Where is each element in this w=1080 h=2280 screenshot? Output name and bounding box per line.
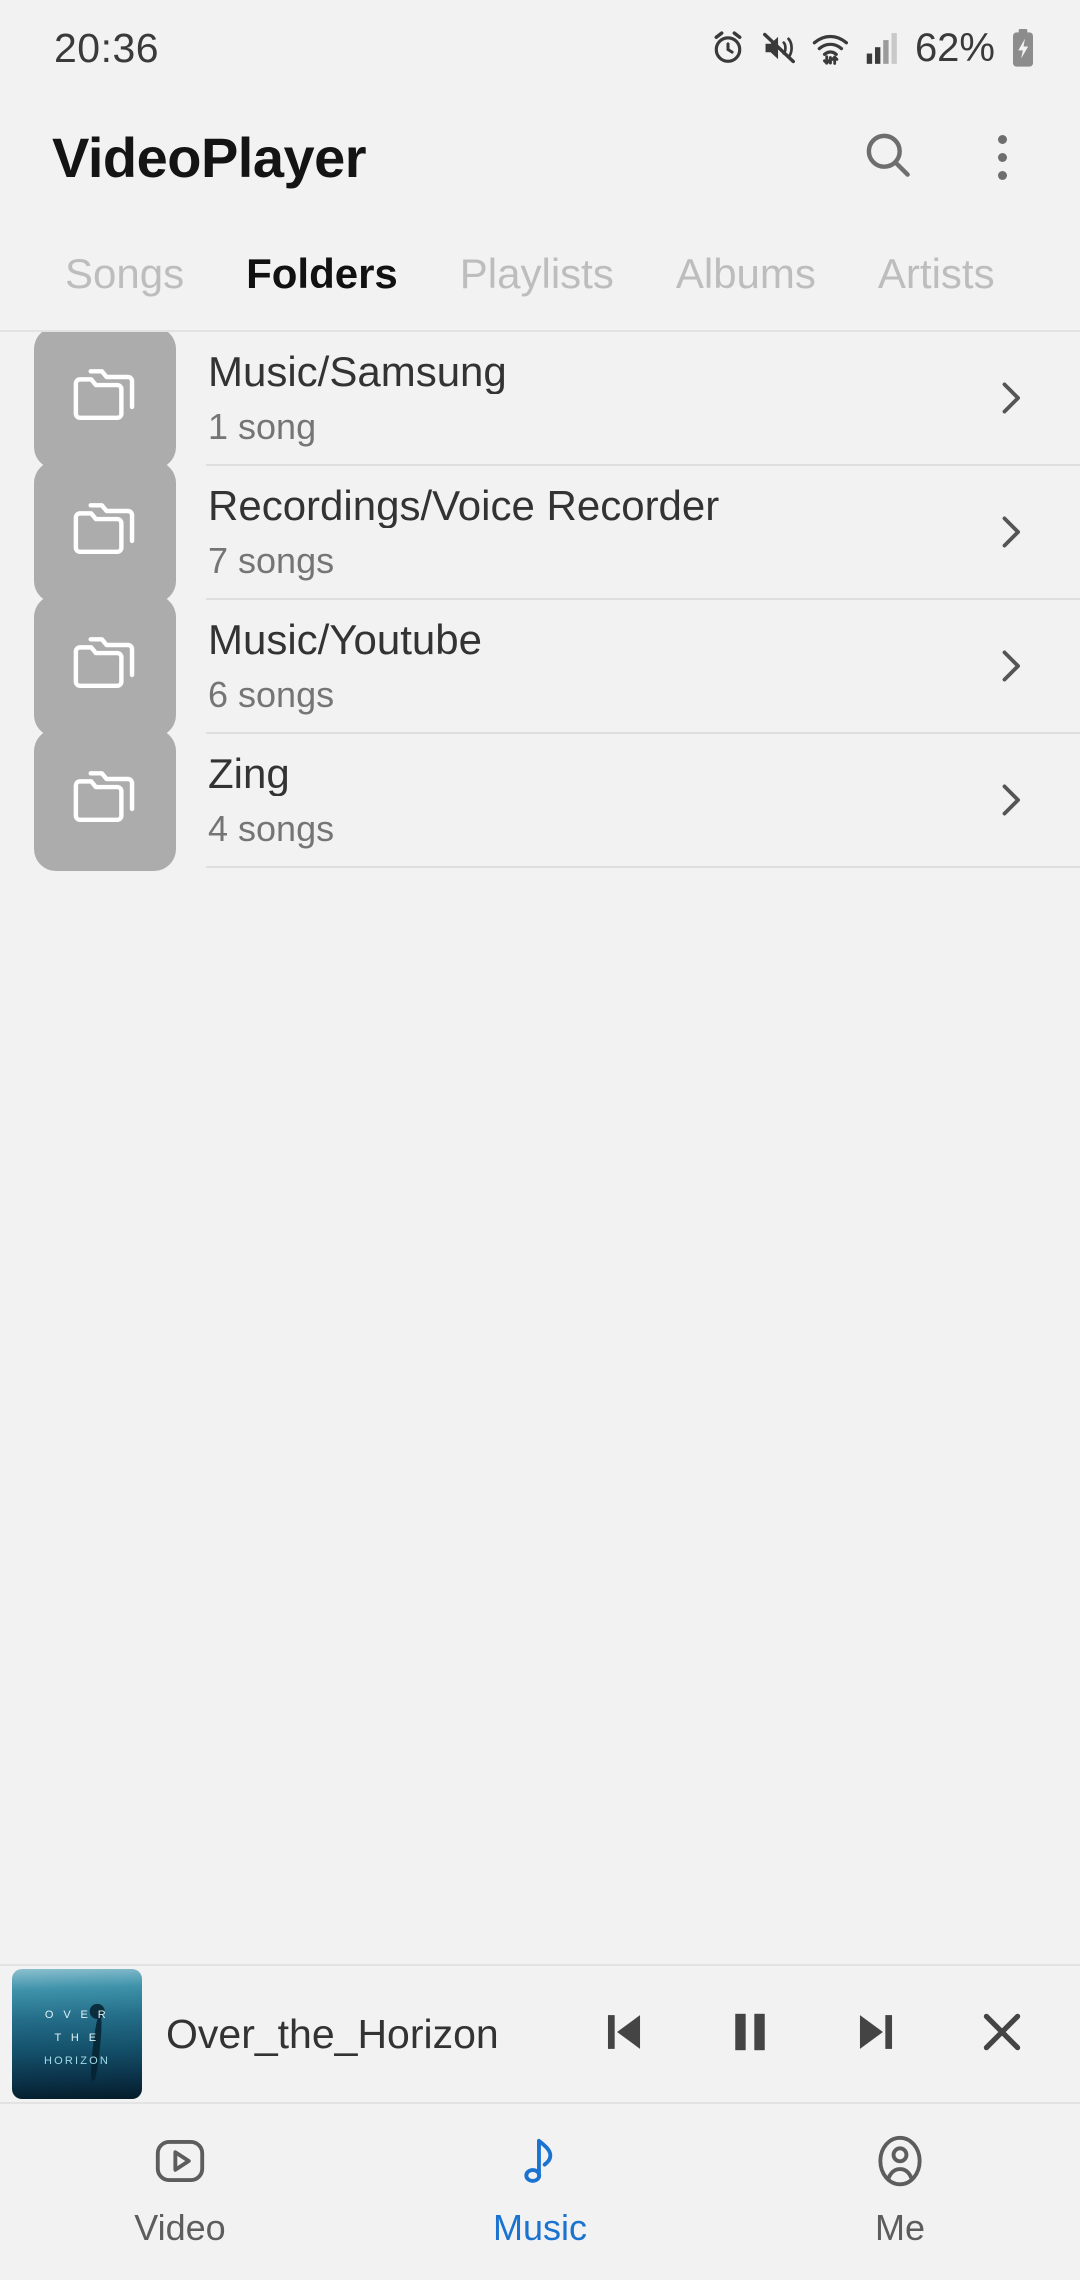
list-item-text: Recordings/Voice Recorder 7 songs [208,484,962,580]
pause-button[interactable] [716,2000,784,2068]
bottom-navigation: Video Music Me [0,2102,1080,2280]
list-item[interactable]: Recordings/Voice Recorder 7 songs [0,461,1080,603]
app-bar: VideoPlayer [0,96,1080,218]
folder-thumbnail [34,461,176,603]
list-item-text: Music/Samsung 1 song [208,350,962,446]
nav-label-music: Music [492,2207,587,2248]
folder-song-count: 1 song [208,406,317,448]
status-bar: 20:36 62% [0,0,1080,96]
chevron-right-icon[interactable] [982,772,1038,828]
previous-button[interactable] [590,2000,658,2068]
chevron-right-icon[interactable] [982,370,1038,426]
now-playing-title: Over_the_Horizon [166,2010,499,2057]
chevron-right-icon[interactable] [982,638,1038,694]
list-item-text: Zing 4 songs [208,752,962,848]
album-art-line-2: T H E [54,2031,100,2044]
folder-icon [66,491,144,574]
status-bar-clock: 20:36 [54,24,160,71]
tab-folders[interactable]: Folders [215,253,429,295]
nav-label-video: Video [134,2207,226,2248]
overflow-menu-icon [997,134,1007,180]
mute-vibrate-icon [760,29,798,67]
tab-songs[interactable]: Songs [34,253,215,295]
account-icon [869,2128,931,2194]
status-bar-icons: 62% [709,26,1036,71]
alarm-icon [709,29,747,67]
folder-name: Zing [208,752,290,797]
folder-thumbnail [34,729,176,871]
folder-list: Music/Samsung 1 song Recordings/Voice Re… [0,332,1080,1964]
next-button[interactable] [842,2000,910,2068]
signal-icon [864,29,898,67]
album-art-line-3: HORIZON [43,2054,111,2067]
list-item[interactable]: Zing 4 songs [0,729,1080,871]
player-controls [590,2000,1036,2068]
pause-icon [724,2006,776,2063]
video-play-icon [149,2128,211,2194]
battery-charging-icon [1010,28,1036,68]
app-bar-actions [852,121,1038,193]
list-divider [206,866,1080,868]
list-item[interactable]: Music/Samsung 1 song [0,332,1080,469]
mini-player[interactable]: O V E R T H E HORIZON Over_the_Horizon [0,1964,1080,2102]
nav-label-me: Me [874,2207,925,2248]
nav-item-video[interactable]: Video [0,2128,360,2246]
tab-playlists[interactable]: Playlists [429,253,645,295]
album-art-title: O V E R T H E HORIZON [12,1969,142,2099]
folder-icon [66,759,144,842]
folder-thumbnail [34,595,176,737]
folder-song-count: 4 songs [208,808,335,850]
nav-item-me[interactable]: Me [720,2128,1080,2246]
app-screen: 20:36 62% VideoPlayer Songs Folders Play… [0,0,1080,2280]
album-art-line-1: O V E R [44,2008,110,2021]
chevron-right-icon[interactable] [982,504,1038,560]
folder-icon [66,357,144,440]
folder-song-count: 6 songs [208,674,335,716]
skip-next-icon [850,2006,902,2063]
close-icon [976,2006,1028,2063]
wifi-icon [811,29,851,67]
skip-previous-icon [598,2006,650,2063]
folder-icon [66,625,144,708]
folder-name: Music/Youtube [208,618,482,663]
battery-percent-label: 62% [914,25,995,70]
nav-item-music[interactable]: Music [360,2128,720,2246]
search-icon [860,127,916,188]
search-button[interactable] [852,121,924,193]
tab-bar[interactable]: Songs Folders Playlists Albums Artists [0,218,1080,330]
folder-song-count: 7 songs [208,540,335,582]
folder-thumbnail [34,332,176,469]
close-button[interactable] [968,2000,1036,2068]
folder-name: Music/Samsung [208,350,507,395]
list-item[interactable]: Music/Youtube 6 songs [0,595,1080,737]
album-art[interactable]: O V E R T H E HORIZON [12,1969,142,2099]
tab-artists[interactable]: Artists [847,253,1026,295]
music-note-icon [509,2128,571,2194]
overflow-menu-button[interactable] [966,121,1038,193]
folder-name: Recordings/Voice Recorder [208,484,720,529]
tab-albums[interactable]: Albums [645,253,847,295]
page-title: VideoPlayer [52,125,367,189]
list-item-text: Music/Youtube 6 songs [208,618,962,714]
